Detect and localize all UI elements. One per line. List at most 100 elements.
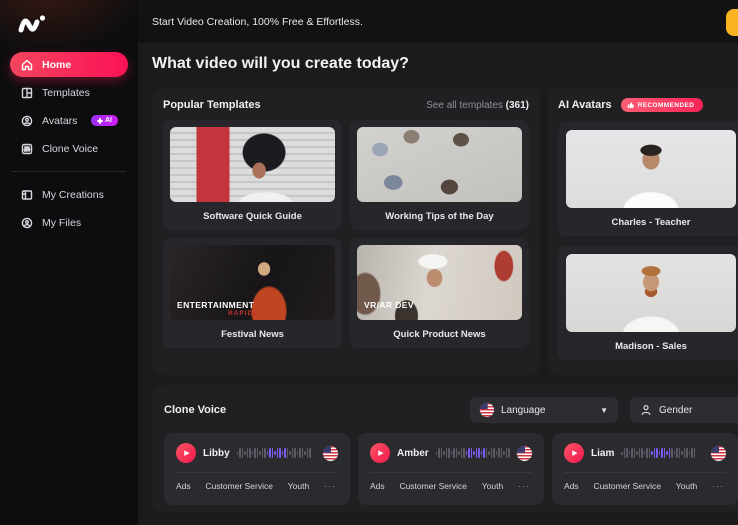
section-title: Clone Voice xyxy=(164,404,226,416)
play-button[interactable]: ▶ xyxy=(564,443,584,463)
voice-tag: Youth xyxy=(482,481,503,491)
voice-tag: Youth xyxy=(676,481,697,491)
template-card[interactable]: Software Quick Guide xyxy=(163,120,342,230)
promo-text: Start Video Creation, 100% Free & Effort… xyxy=(152,16,363,28)
us-flag-icon xyxy=(323,446,338,461)
more-tags-button[interactable]: ··· xyxy=(518,481,530,491)
template-thumbnail: ENTERTAINMENT RAPIDE xyxy=(170,245,335,320)
template-caption: Software Quick Guide xyxy=(170,202,335,230)
template-card[interactable]: VR/AR DEV Quick Product News xyxy=(350,238,529,348)
templates-icon xyxy=(20,87,33,99)
brand-logo[interactable] xyxy=(16,10,56,36)
recommended-badge: RECOMMENDED xyxy=(621,98,704,112)
gender-dropdown[interactable]: Gender xyxy=(630,397,738,423)
voice-tag: Ads xyxy=(176,481,191,491)
language-dropdown[interactable]: Language ▼ xyxy=(470,397,618,423)
sidebar-item-home[interactable]: Home xyxy=(10,52,128,77)
template-card[interactable]: Working Tips of the Day xyxy=(350,120,529,230)
sidebar-item-clone-voice[interactable]: Clone Voice xyxy=(10,136,128,161)
sidebar-item-label: Templates xyxy=(42,87,90,99)
ai-badge: AI xyxy=(91,115,118,126)
waveform xyxy=(621,445,704,461)
avatar-photo xyxy=(566,130,736,208)
sparkle-icon xyxy=(97,118,103,124)
waveform xyxy=(436,445,510,461)
more-tags-button[interactable]: ··· xyxy=(324,481,336,491)
voice-card-top: ▶ Libby xyxy=(176,443,338,463)
cta-button-truncated[interactable] xyxy=(726,9,738,36)
more-tags-button[interactable]: ··· xyxy=(712,481,724,491)
language-dropdown-label: Language xyxy=(501,405,546,416)
voice-card-divider xyxy=(370,472,532,473)
voice-tags: Ads Customer Service Youth ··· xyxy=(176,481,338,491)
voice-tags: Ads Customer Service Youth ··· xyxy=(370,481,532,491)
template-thumbnail xyxy=(357,127,522,202)
see-all-templates-link[interactable]: See all templates (361) xyxy=(426,100,529,111)
gender-dropdown-label: Gender xyxy=(659,405,692,416)
template-card[interactable]: ENTERTAINMENT RAPIDE Festival News xyxy=(163,238,342,348)
avatar-caption: Madison - Sales xyxy=(566,332,736,360)
avatars-icon xyxy=(20,115,33,127)
page-title: What video will you create today? xyxy=(152,55,409,73)
popular-templates-panel: Popular Templates See all templates (361… xyxy=(152,88,540,375)
voice-tag: Customer Service xyxy=(399,481,467,491)
person-icon xyxy=(640,404,652,416)
clone-voice-icon xyxy=(20,143,33,155)
voice-card-divider xyxy=(176,472,338,473)
sidebar-item-templates[interactable]: Templates xyxy=(10,80,128,105)
sidebar-item-label: Home xyxy=(42,59,71,71)
sidebar-nav: Home Templates Avatars AI xyxy=(10,52,128,238)
voice-tag: Customer Service xyxy=(205,481,273,491)
us-flag-icon xyxy=(711,446,726,461)
section-title: Popular Templates xyxy=(163,99,261,111)
sidebar: Home Templates Avatars AI xyxy=(0,0,138,525)
sidebar-item-my-creations[interactable]: My Creations xyxy=(10,182,128,207)
section-title: AI Avatars xyxy=(558,99,612,111)
clone-voice-panel: Clone Voice Language ▼ Gender xyxy=(152,385,738,513)
avatar-card[interactable]: Madison - Sales xyxy=(558,246,738,360)
avatar-card[interactable]: Charles - Teacher xyxy=(558,122,738,236)
voice-card-top: ▶ Amber xyxy=(370,443,532,463)
voice-card: ▶ Liam Ads Customer Service Youth ··· xyxy=(552,433,738,505)
template-caption: Festival News xyxy=(170,320,335,348)
voice-card: ▶ Libby Ads Customer Service Youth ··· xyxy=(164,433,350,505)
template-thumbnail: VR/AR DEV xyxy=(357,245,522,320)
main-content: What video will you create today? Popula… xyxy=(138,43,738,525)
voice-tag: Youth xyxy=(288,481,309,491)
voice-card-divider xyxy=(564,472,726,473)
waveform xyxy=(237,445,316,461)
sidebar-item-label: My Files xyxy=(42,217,81,229)
template-grid: Software Quick Guide Working Tips of the… xyxy=(163,120,529,348)
voice-filters: Language ▼ Gender xyxy=(470,397,738,423)
us-flag-icon xyxy=(480,403,494,417)
voice-tags: Ads Customer Service Youth ··· xyxy=(564,481,726,491)
wave-logo-icon xyxy=(16,11,50,35)
sidebar-item-my-files[interactable]: My Files xyxy=(10,210,128,235)
play-button[interactable]: ▶ xyxy=(176,443,196,463)
sidebar-item-label: Clone Voice xyxy=(42,143,98,155)
app-window: Home Templates Avatars AI xyxy=(0,0,738,525)
clone-voice-header: Clone Voice Language ▼ Gender xyxy=(164,397,738,423)
thumbs-up-icon xyxy=(627,101,635,109)
voice-tag: Ads xyxy=(370,481,385,491)
thumbnail-overlay-subtext: RAPIDE xyxy=(228,310,259,317)
sidebar-item-label: Avatars xyxy=(42,115,77,127)
template-caption: Working Tips of the Day xyxy=(357,202,522,230)
play-button[interactable]: ▶ xyxy=(370,443,390,463)
thumbnail-overlay-text: ENTERTAINMENT xyxy=(177,300,254,310)
template-caption: Quick Product News xyxy=(357,320,522,348)
creations-icon xyxy=(20,189,33,201)
ai-avatars-header: AI Avatars RECOMMENDED xyxy=(558,98,738,112)
avatar-photo xyxy=(566,254,736,332)
ai-avatars-panel: AI Avatars RECOMMENDED Charles - Teacher… xyxy=(548,88,738,375)
sidebar-item-label: My Creations xyxy=(42,189,104,201)
chevron-down-icon: ▼ xyxy=(600,406,608,415)
voice-name: Liam xyxy=(591,448,614,459)
us-flag-icon xyxy=(517,446,532,461)
sidebar-item-avatars[interactable]: Avatars AI xyxy=(10,108,128,133)
voice-name: Amber xyxy=(397,448,429,459)
voice-name: Libby xyxy=(203,448,230,459)
voice-tag: Customer Service xyxy=(593,481,661,491)
topbar: Start Video Creation, 100% Free & Effort… xyxy=(138,0,738,43)
voice-tag: Ads xyxy=(564,481,579,491)
